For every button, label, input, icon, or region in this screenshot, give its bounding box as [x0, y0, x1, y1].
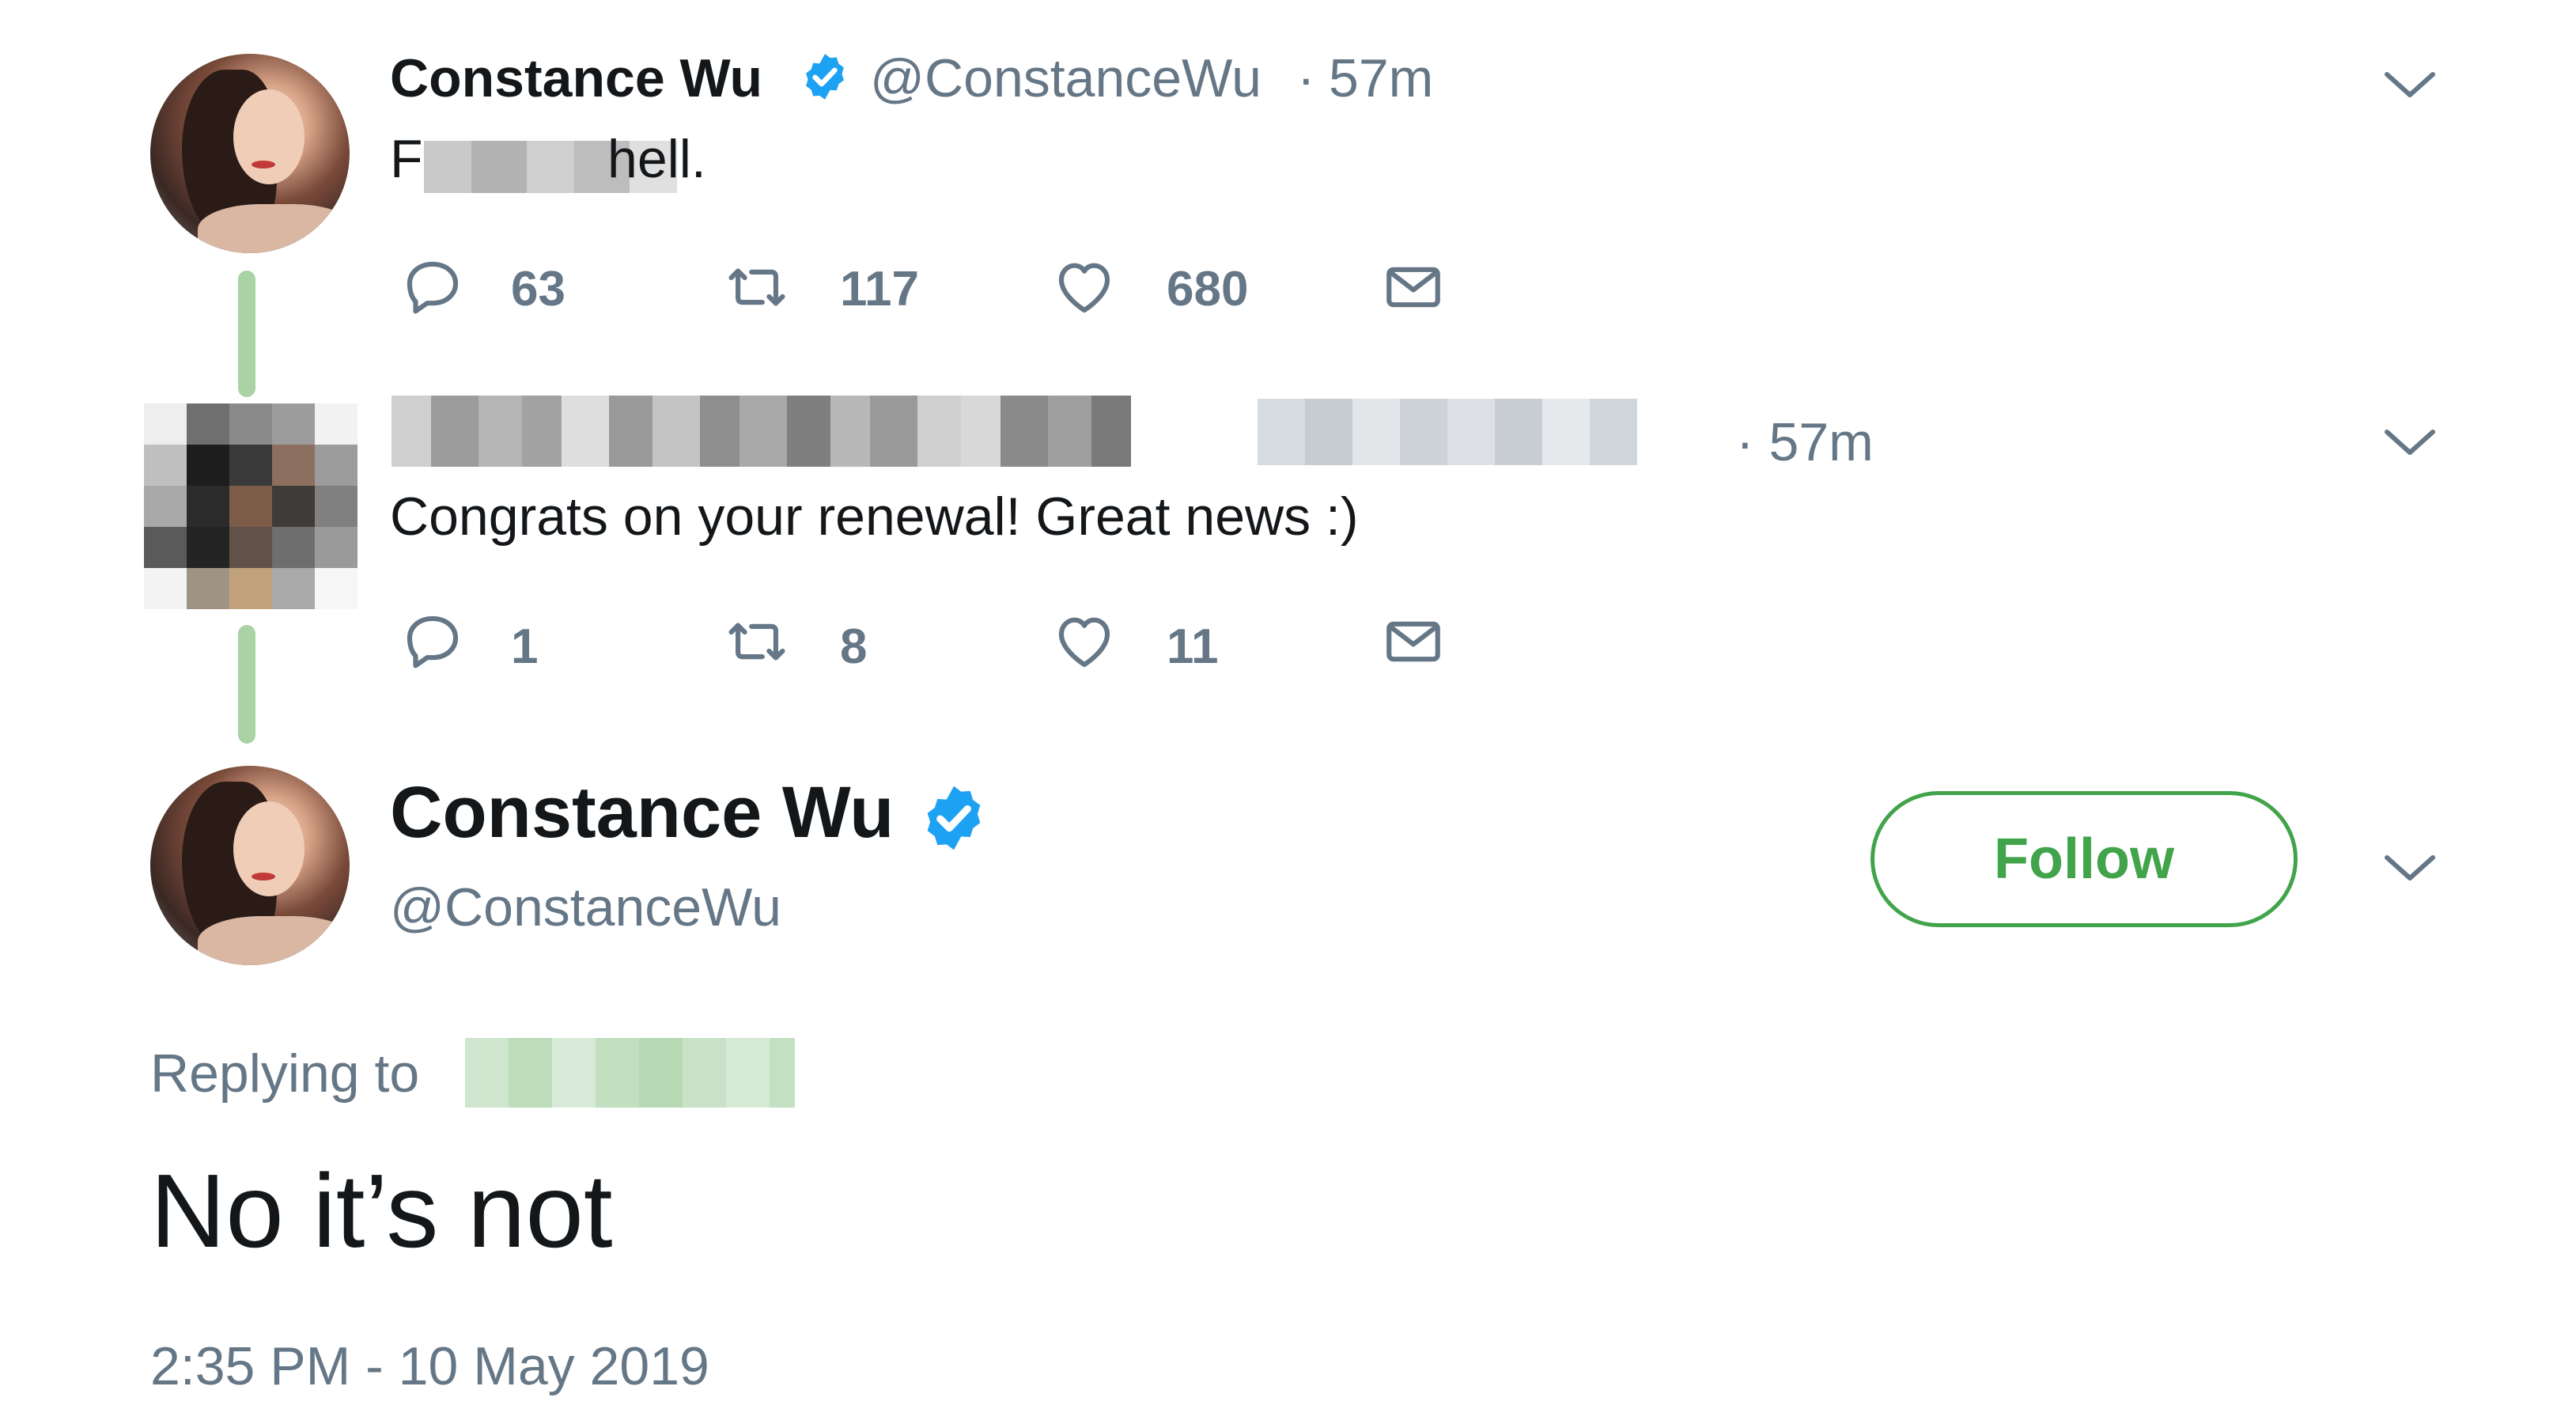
retweet-arrows-icon[interactable] [724, 255, 789, 320]
redacted-reply-target[interactable] [465, 1038, 795, 1108]
tweet-text-end: hell. [607, 129, 706, 189]
tweet-text: No it’s not [150, 1153, 613, 1269]
avatar[interactable] [150, 766, 350, 965]
speech-bubble-icon[interactable] [400, 255, 465, 320]
tweet-time[interactable]: · 57m [1736, 411, 1874, 473]
display-name[interactable]: Constance Wu [390, 771, 894, 854]
chevron-down-icon[interactable] [2382, 853, 2438, 884]
redacted-display-name [392, 396, 1131, 467]
tweet-timestamp[interactable]: 2:35 PM - 10 May 2019 [150, 1335, 709, 1397]
username-handle[interactable]: @ConstanceWu [870, 47, 1262, 109]
retweet-arrows-icon[interactable] [724, 609, 789, 674]
reply-count: 63 [511, 262, 566, 316]
tweet-text: Congrats on your renewal! Great news :) [390, 487, 1359, 547]
thread-connector [238, 625, 255, 744]
retweet-count: 117 [840, 262, 920, 316]
username-handle[interactable]: @ConstanceWu [390, 877, 781, 938]
chevron-down-icon[interactable] [2382, 427, 2438, 459]
chevron-down-icon[interactable] [2382, 70, 2438, 101]
replying-to-label: Replying to [150, 1043, 420, 1104]
heart-icon[interactable] [1052, 255, 1117, 320]
avatar-shoulder [198, 204, 350, 253]
follow-button[interactable]: Follow [1871, 791, 2298, 927]
avatar-face [233, 801, 305, 896]
avatar-face [233, 89, 305, 184]
avatar[interactable] [144, 403, 357, 609]
verified-badge-icon [927, 786, 981, 850]
tweet-time[interactable]: 57m [1329, 47, 1433, 109]
heart-icon[interactable] [1052, 609, 1117, 674]
avatar-shoulder [198, 916, 350, 965]
like-count: 680 [1167, 262, 1249, 316]
thread-connector [238, 271, 255, 397]
speech-bubble-icon[interactable] [400, 609, 465, 674]
envelope-icon[interactable] [1381, 255, 1446, 320]
avatar-lips [252, 873, 275, 881]
like-count: 11 [1167, 619, 1219, 674]
envelope-icon[interactable] [1381, 609, 1446, 674]
avatar[interactable] [150, 54, 350, 253]
avatar-lips [252, 161, 275, 169]
display-name[interactable]: Constance Wu [390, 47, 762, 109]
time-separator: · [1297, 48, 1315, 108]
reply-count: 1 [511, 619, 539, 674]
redacted-handle [1258, 399, 1637, 465]
retweet-count: 8 [840, 619, 868, 674]
verified-badge-icon [806, 54, 844, 100]
tweet-text-start: F [390, 129, 423, 189]
